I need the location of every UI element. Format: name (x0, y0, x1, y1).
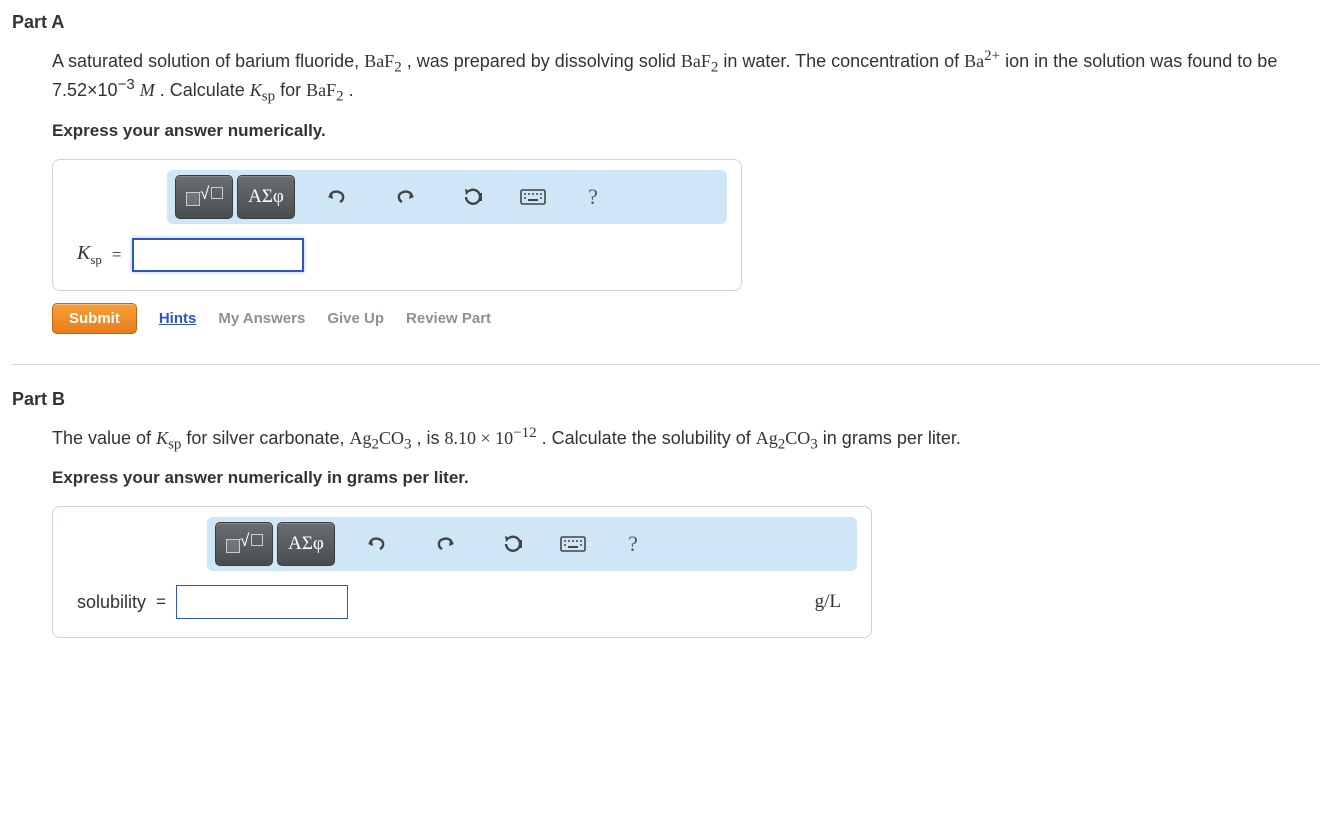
part-a-title: Part A (12, 12, 1320, 33)
hints-link[interactable]: Hints (159, 310, 197, 327)
redo-icon (434, 534, 456, 554)
keyboard-button[interactable] (511, 177, 555, 217)
redo-icon (394, 187, 416, 207)
help-icon: ? (628, 531, 638, 557)
reset-button[interactable] (451, 177, 495, 217)
equation-toolbar: √ ΑΣφ (167, 170, 727, 224)
unit-label: g/L (815, 591, 857, 613)
greek-symbols-button[interactable]: ΑΣφ (237, 175, 295, 219)
part-a-instruction: Express your answer numerically. (52, 121, 1320, 141)
part-b-answer-box: √ ΑΣφ (52, 506, 872, 638)
undo-icon (326, 187, 348, 207)
redo-button[interactable] (423, 524, 467, 564)
variable-label: solubility (77, 592, 146, 613)
formula-icon: √ (184, 184, 224, 210)
equation-toolbar: √ ΑΣφ (207, 517, 857, 571)
part-a-prompt: A saturated solution of barium fluoride,… (52, 47, 1320, 105)
part-b-body: The value of Ksp for silver carbonate, A… (52, 424, 1320, 639)
part-b-prompt: The value of Ksp for silver carbonate, A… (52, 424, 1320, 453)
help-icon: ? (588, 184, 598, 210)
keyboard-icon (560, 535, 586, 553)
part-b-title: Part B (12, 389, 1320, 410)
greek-symbols-button[interactable]: ΑΣφ (277, 522, 335, 566)
action-row: Submit Hints My Answers Give Up Review P… (52, 303, 1320, 334)
keyboard-icon (520, 188, 546, 206)
redo-button[interactable] (383, 177, 427, 217)
help-button[interactable]: ? (571, 177, 615, 217)
formula-icon: √ (224, 531, 264, 557)
help-button[interactable]: ? (611, 524, 655, 564)
part-a-body: A saturated solution of barium fluoride,… (52, 47, 1320, 334)
formula-template-button[interactable]: √ (215, 522, 273, 566)
part-a-answer-box: √ ΑΣφ (52, 159, 742, 291)
part-a: Part A A saturated solution of barium fl… (12, 12, 1320, 334)
answer-input[interactable] (132, 238, 304, 272)
give-up-link[interactable]: Give Up (327, 310, 384, 327)
undo-icon (366, 534, 388, 554)
my-answers-link[interactable]: My Answers (218, 310, 305, 327)
part-b: Part B The value of Ksp for silver carbo… (12, 389, 1320, 639)
undo-button[interactable] (355, 524, 399, 564)
undo-button[interactable] (315, 177, 359, 217)
keyboard-button[interactable] (551, 524, 595, 564)
answer-input[interactable] (176, 585, 348, 619)
input-row: Ksp = (67, 238, 727, 272)
reset-button[interactable] (491, 524, 535, 564)
part-b-instruction: Express your answer numerically in grams… (52, 468, 1320, 488)
input-row: solubility = g/L (67, 585, 857, 619)
review-part-link[interactable]: Review Part (406, 310, 491, 327)
formula-template-button[interactable]: √ (175, 175, 233, 219)
part-separator (12, 364, 1320, 365)
submit-button[interactable]: Submit (52, 303, 137, 334)
variable-label: Ksp (77, 242, 102, 268)
reset-icon (461, 186, 485, 208)
reset-icon (501, 533, 525, 555)
